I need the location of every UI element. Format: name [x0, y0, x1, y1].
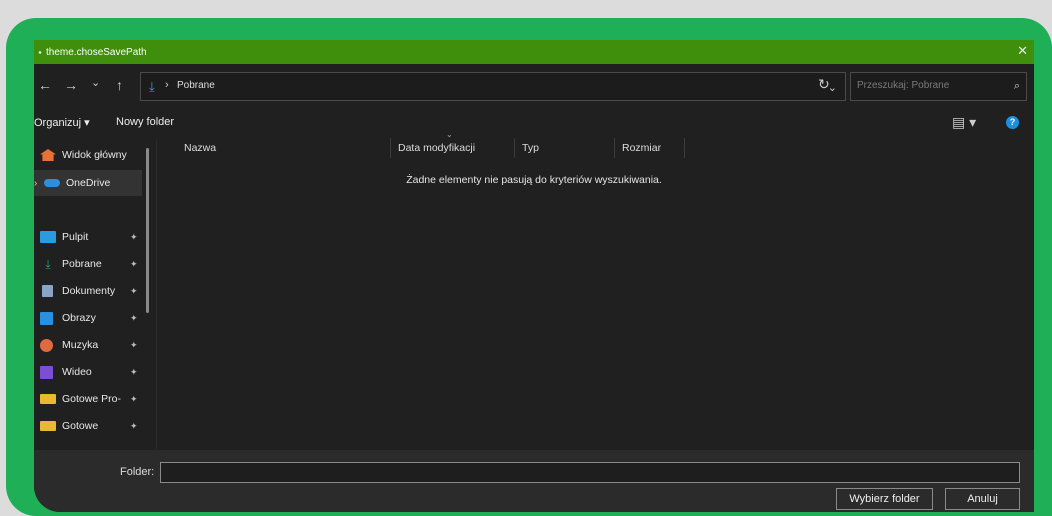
- save-dialog-window: ⬩ theme.choseSavePath ✕ ← → ⌄ ↑ ⤓ › Pobr…: [34, 40, 1034, 512]
- title-bar: ⬩ theme.choseSavePath ✕: [34, 40, 1034, 64]
- music-icon: [40, 338, 53, 352]
- sidebar-item-folder-gotowe[interactable]: Gotowe ✦: [34, 413, 142, 439]
- sidebar-item-downloads[interactable]: ⤓ Pobrane ✦: [34, 251, 142, 277]
- sidebar-item-label: Widok główny: [62, 149, 127, 161]
- sidebar-item-label: Dokumenty: [62, 285, 116, 297]
- folder-name-input[interactable]: [160, 462, 1020, 483]
- column-separator[interactable]: [390, 138, 391, 158]
- pin-icon: ✦: [130, 393, 138, 404]
- sidebar-item-desktop[interactable]: Pulpit ✦: [34, 224, 142, 250]
- close-icon[interactable]: ✕: [1017, 43, 1028, 59]
- sidebar-item-label: Pobrane: [62, 258, 102, 270]
- sort-chevron-icon: ⌄: [446, 130, 453, 139]
- breadcrumb-path[interactable]: Pobrane: [177, 80, 215, 91]
- sidebar-scrollbar[interactable]: [146, 148, 149, 313]
- download-icon: ⤓: [45, 257, 51, 271]
- organize-menu-button[interactable]: Organizuj ▾: [34, 116, 90, 129]
- dialog-footer: Folder: Wybierz folder Anuluj: [34, 450, 1034, 512]
- search-input[interactable]: [857, 80, 997, 91]
- column-separator[interactable]: [614, 138, 615, 158]
- sidebar-item-label: Gotowe Pro-: [62, 393, 121, 405]
- sidebar-item-documents[interactable]: Dokumenty ✦: [34, 278, 142, 304]
- select-folder-button[interactable]: Wybierz folder: [836, 488, 933, 510]
- sidebar-item-home[interactable]: Widok główny: [34, 142, 142, 168]
- command-bar: Organizuj ▾ Nowy folder ▤ ▾ ?: [34, 112, 1034, 136]
- pin-icon: ✦: [130, 258, 138, 269]
- sidebar-item-folder-gotowe-pro[interactable]: Gotowe Pro- ✦: [34, 386, 142, 412]
- download-icon: ⤓: [149, 79, 155, 94]
- pin-icon: ✦: [130, 339, 138, 350]
- sidebar-item-label: Pulpit: [62, 231, 89, 243]
- folder-icon: [40, 421, 56, 431]
- address-bar[interactable]: ⤓ › Pobrane ⌄: [140, 72, 846, 101]
- column-header-date-modified[interactable]: Data modyfikacji: [398, 142, 475, 154]
- navigation-pane: Widok główny › OneDrive Pulpit ✦ ⤓ Pobra…: [34, 140, 152, 450]
- column-header-size[interactable]: Rozmiar: [622, 142, 661, 154]
- column-header-name[interactable]: Nazwa: [184, 142, 216, 154]
- sidebar-item-label: Obrazy: [62, 312, 96, 324]
- pictures-icon: [40, 311, 53, 325]
- pane-divider[interactable]: [156, 140, 157, 450]
- search-box[interactable]: ⌕: [850, 72, 1027, 101]
- help-icon[interactable]: ?: [1006, 116, 1019, 129]
- sidebar-item-label: Gotowe: [62, 420, 99, 432]
- sidebar-item-pictures[interactable]: Obrazy ✦: [34, 305, 142, 331]
- sidebar-item-label: Muzyka: [62, 339, 99, 351]
- column-headers: Nazwa ⌄ Data modyfikacji Typ Rozmiar: [162, 130, 1034, 160]
- forward-arrow-icon[interactable]: →: [64, 77, 78, 93]
- window-title: theme.choseSavePath: [46, 46, 147, 58]
- column-separator[interactable]: [684, 138, 685, 158]
- column-separator[interactable]: [514, 138, 515, 158]
- back-arrow-icon[interactable]: ←: [38, 77, 52, 93]
- refresh-icon[interactable]: ↻: [818, 76, 830, 93]
- pin-icon: ✦: [130, 366, 138, 377]
- breadcrumb-separator-icon: ›: [165, 79, 169, 91]
- recent-locations-chevron-icon[interactable]: ⌄: [91, 76, 100, 89]
- folder-icon: [40, 394, 56, 404]
- empty-folder-message: Żadne elementy nie pasują do kryteriów w…: [406, 174, 662, 186]
- cancel-button[interactable]: Anuluj: [945, 488, 1020, 510]
- search-icon[interactable]: ⌕: [1014, 80, 1020, 93]
- app-icon: ⬩: [38, 46, 42, 57]
- up-arrow-icon[interactable]: ↑: [116, 77, 123, 93]
- view-options-icon[interactable]: ▤ ▾: [952, 114, 976, 131]
- new-folder-button[interactable]: Nowy folder: [116, 116, 174, 128]
- pin-icon: ✦: [130, 285, 138, 296]
- home-icon: [40, 149, 56, 161]
- folder-label: Folder:: [120, 466, 155, 478]
- sidebar-item-videos[interactable]: Wideo ✦: [34, 359, 142, 385]
- pin-icon: ✦: [130, 420, 138, 431]
- sidebar-item-label: Wideo: [62, 366, 92, 378]
- column-header-type[interactable]: Typ: [522, 142, 539, 154]
- navigation-bar: ← → ⌄ ↑ ⤓ › Pobrane ⌄ ↻ ⌕: [34, 68, 1034, 104]
- pin-icon: ✦: [130, 312, 138, 323]
- desktop-icon: [40, 231, 56, 243]
- sidebar-item-music[interactable]: Muzyka ✦: [34, 332, 142, 358]
- pin-icon: ✦: [130, 231, 138, 242]
- document-icon: [42, 285, 53, 297]
- video-icon: [40, 365, 53, 379]
